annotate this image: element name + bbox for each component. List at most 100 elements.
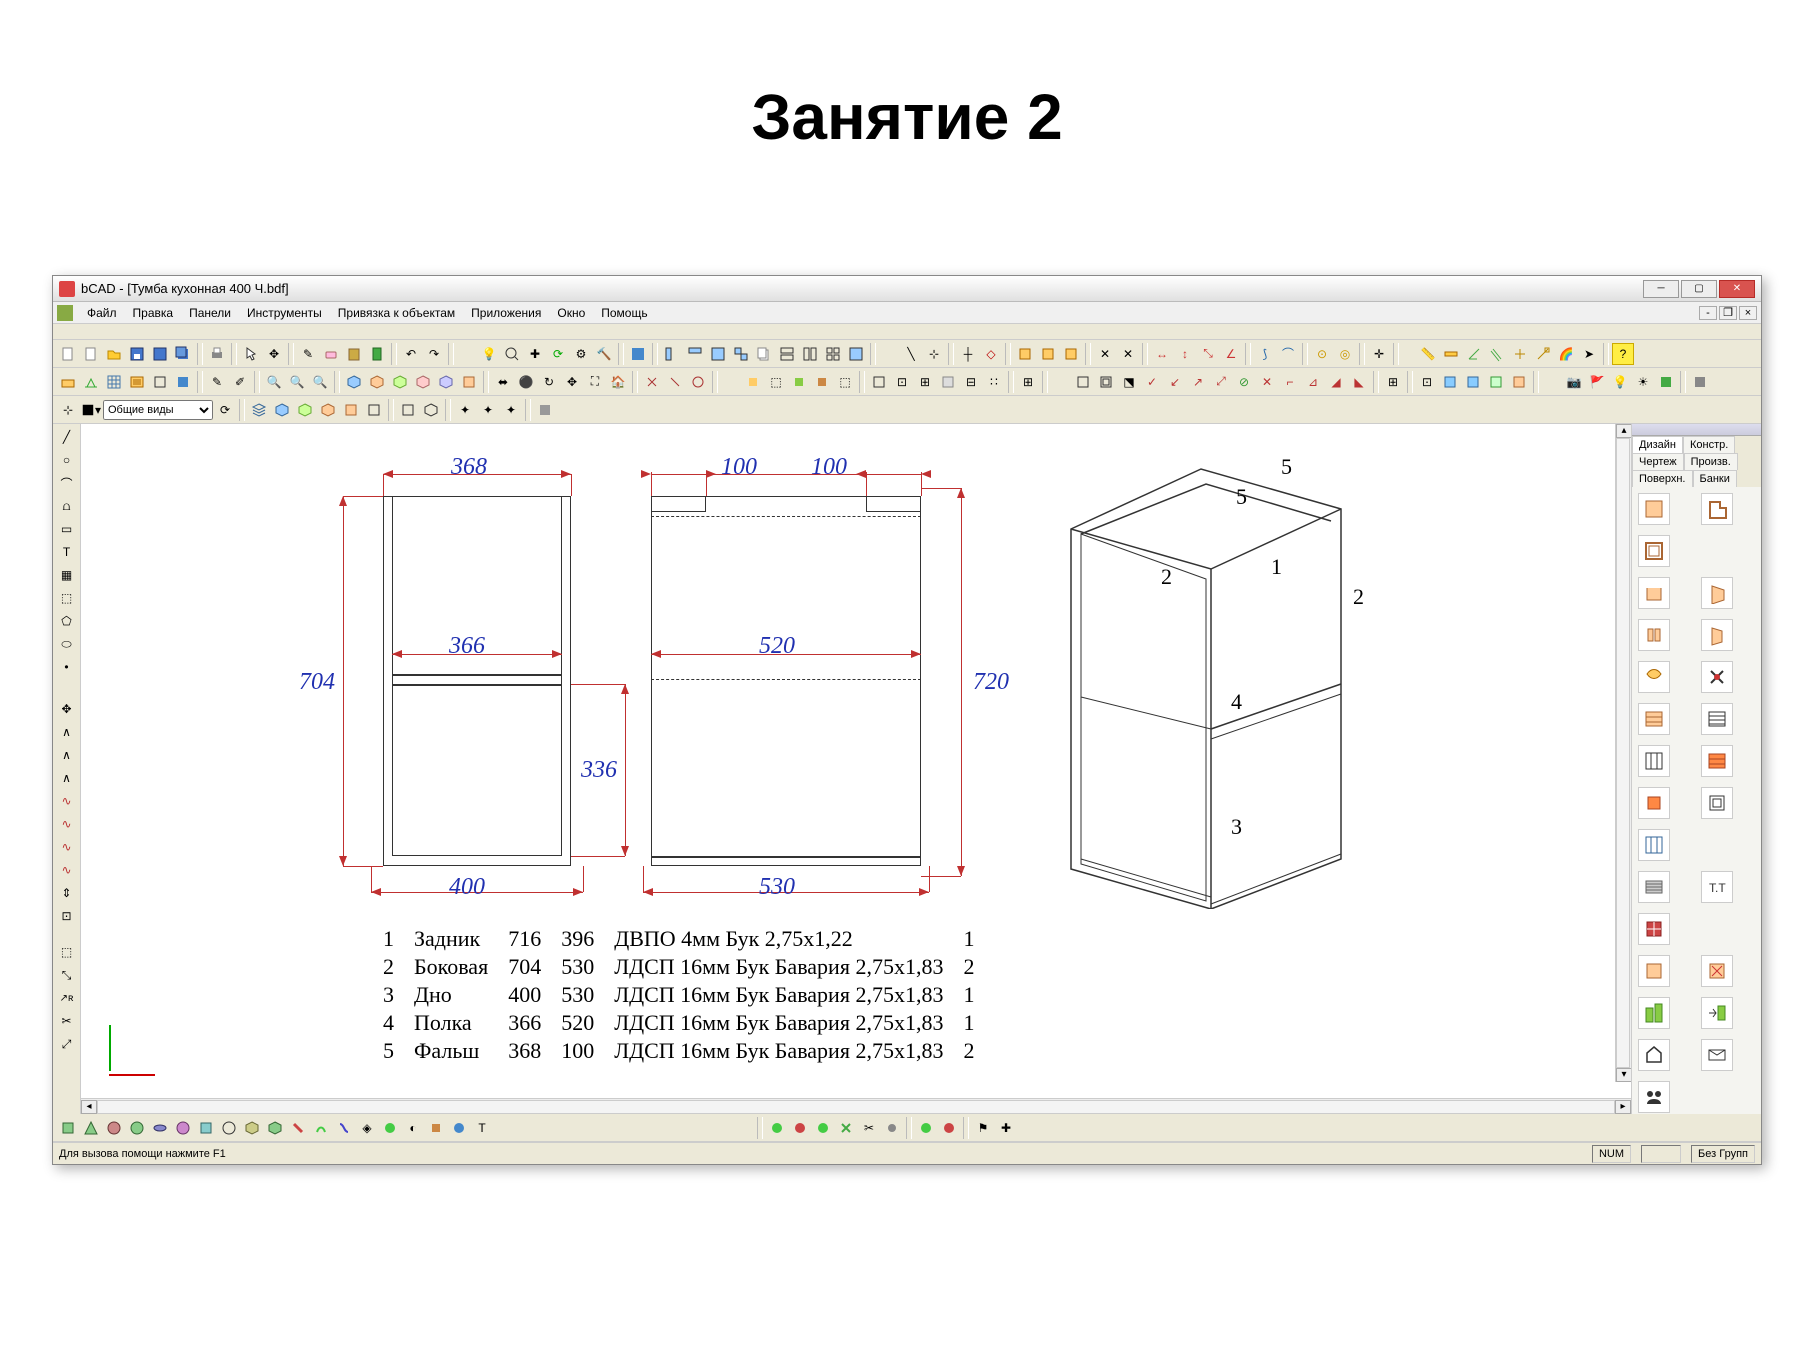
view3-icon[interactable] [707, 343, 729, 365]
tool-wave4-icon[interactable]: ∿ [55, 859, 79, 881]
tool-hatch-icon[interactable]: ▦ [55, 564, 79, 586]
cam2-icon[interactable]: 🏠 [607, 371, 629, 393]
panel-btn-1[interactable] [1638, 493, 1670, 525]
iso1-icon[interactable] [343, 371, 365, 393]
measure-icon[interactable]: 📏 [1417, 343, 1439, 365]
split-h-icon[interactable] [776, 343, 798, 365]
sh1-icon[interactable] [1072, 371, 1094, 393]
circ2-icon[interactable]: ◎ [1334, 343, 1356, 365]
sh12-icon[interactable]: ◢ [1325, 371, 1347, 393]
grid4-icon[interactable] [822, 343, 844, 365]
rainbow-icon[interactable]: 🌈 [1555, 343, 1577, 365]
clipboard-icon[interactable] [366, 343, 388, 365]
panel-btn-13[interactable] [1701, 745, 1733, 777]
bt23-icon[interactable] [835, 1117, 857, 1139]
cross-icon[interactable]: ✛ [1368, 343, 1390, 365]
box2-icon[interactable] [1037, 343, 1059, 365]
bt26-icon[interactable] [915, 1117, 937, 1139]
tab-drawing[interactable]: Чертеж [1632, 453, 1684, 470]
panel-btn-3[interactable] [1638, 535, 1670, 567]
vt4-icon[interactable] [317, 399, 339, 421]
bt25-icon[interactable] [881, 1117, 903, 1139]
new-icon[interactable] [57, 343, 79, 365]
bt18-icon[interactable] [448, 1117, 470, 1139]
tool-ellipse-icon[interactable]: ⬭ [55, 633, 79, 655]
grid-icon[interactable] [103, 371, 125, 393]
wire-icon[interactable] [149, 371, 171, 393]
zoom-extents-icon[interactable] [501, 343, 523, 365]
g4-icon[interactable] [937, 371, 959, 393]
tool-trim-icon[interactable]: ✂ [55, 1010, 79, 1032]
list-icon[interactable] [126, 371, 148, 393]
tool-up3-icon[interactable]: ∧ [55, 767, 79, 789]
refresh2-icon[interactable]: ⟳ [214, 399, 236, 421]
m4-icon[interactable] [811, 371, 833, 393]
panel-btn-20[interactable] [1638, 955, 1670, 987]
bt8-icon[interactable] [218, 1117, 240, 1139]
box3-icon[interactable] [1060, 343, 1082, 365]
circ1-icon[interactable]: ⊙ [1311, 343, 1333, 365]
drawing-canvas[interactable]: 368 100 100 [81, 424, 1631, 1098]
panel-btn-7[interactable] [1701, 619, 1733, 651]
tab-surface[interactable]: Поверхн. [1632, 470, 1693, 487]
tool-line-icon[interactable]: ╱ [55, 426, 79, 448]
iso2-icon[interactable] [366, 371, 388, 393]
c2-icon[interactable] [1439, 371, 1461, 393]
undo-icon[interactable]: ↶ [400, 343, 422, 365]
angle-icon[interactable] [1463, 343, 1485, 365]
menu-window[interactable]: Окно [549, 306, 593, 320]
tool-r-icon[interactable]: ↗ʀ [55, 987, 79, 1009]
g6-icon[interactable]: ∷ [983, 371, 1005, 393]
menu-apps[interactable]: Приложения [463, 306, 549, 320]
cam1-icon[interactable]: ⛶ [584, 371, 606, 393]
sh7-icon[interactable]: ⤢ [1210, 371, 1232, 393]
panel-btn-22[interactable] [1638, 997, 1670, 1029]
panel-btn-17[interactable] [1638, 871, 1670, 903]
sh2-icon[interactable] [1095, 371, 1117, 393]
snap-point-icon[interactable]: ⊹ [923, 343, 945, 365]
mdi-minimize[interactable]: - [1699, 306, 1717, 320]
sh4-icon[interactable]: ✓ [1141, 371, 1163, 393]
bulb-icon[interactable]: 💡 [478, 343, 500, 365]
tile-icon[interactable] [845, 343, 867, 365]
iso3-icon[interactable] [389, 371, 411, 393]
panel-btn-16[interactable] [1638, 829, 1670, 861]
rot2-icon[interactable]: ✥ [561, 371, 583, 393]
panel-btn-5[interactable] [1701, 577, 1733, 609]
g3-icon[interactable]: ⊞ [914, 371, 936, 393]
arc2-icon[interactable]: ⌒ [1277, 343, 1299, 365]
view4-icon[interactable] [730, 343, 752, 365]
panel-btn-19[interactable] [1638, 913, 1670, 945]
rot1-icon[interactable]: ↻ [538, 371, 560, 393]
bt11-icon[interactable] [287, 1117, 309, 1139]
dim2-icon[interactable]: ↕ [1174, 343, 1196, 365]
help-icon[interactable]: ? [1612, 343, 1634, 365]
bt7-icon[interactable] [195, 1117, 217, 1139]
star3-icon[interactable]: ✦ [500, 399, 522, 421]
tool-text-icon[interactable]: T [55, 541, 79, 563]
panel-btn-26[interactable] [1638, 1081, 1670, 1113]
panel-btn-25[interactable] [1701, 1039, 1733, 1071]
menu-edit[interactable]: Правка [125, 306, 182, 320]
panel-btn-23[interactable] [1701, 997, 1733, 1029]
render-icon[interactable] [1689, 371, 1711, 393]
menu-panels[interactable]: Панели [181, 306, 239, 320]
e1-icon[interactable] [534, 399, 556, 421]
dim1-icon[interactable]: ↔ [1151, 343, 1173, 365]
color-icon[interactable]: ▾ [80, 399, 102, 421]
sh6-icon[interactable]: ↗ [1187, 371, 1209, 393]
tool-polyline-icon[interactable]: ⩍ [55, 495, 79, 517]
ve1-icon[interactable] [397, 399, 419, 421]
tool-move-icon[interactable]: ✥ [55, 698, 79, 720]
g2-icon[interactable]: ⊡ [891, 371, 913, 393]
tab-constr[interactable]: Констр. [1683, 436, 1735, 453]
panel-btn-9[interactable] [1701, 661, 1733, 693]
bt1-icon[interactable] [57, 1117, 79, 1139]
menu-help[interactable]: Помощь [593, 306, 655, 320]
open-icon[interactable] [103, 343, 125, 365]
sh9-icon[interactable]: ✕ [1256, 371, 1278, 393]
panel-btn-8[interactable] [1638, 661, 1670, 693]
mdi-close[interactable]: × [1739, 306, 1757, 320]
c5-icon[interactable] [1508, 371, 1530, 393]
bt12-icon[interactable] [310, 1117, 332, 1139]
